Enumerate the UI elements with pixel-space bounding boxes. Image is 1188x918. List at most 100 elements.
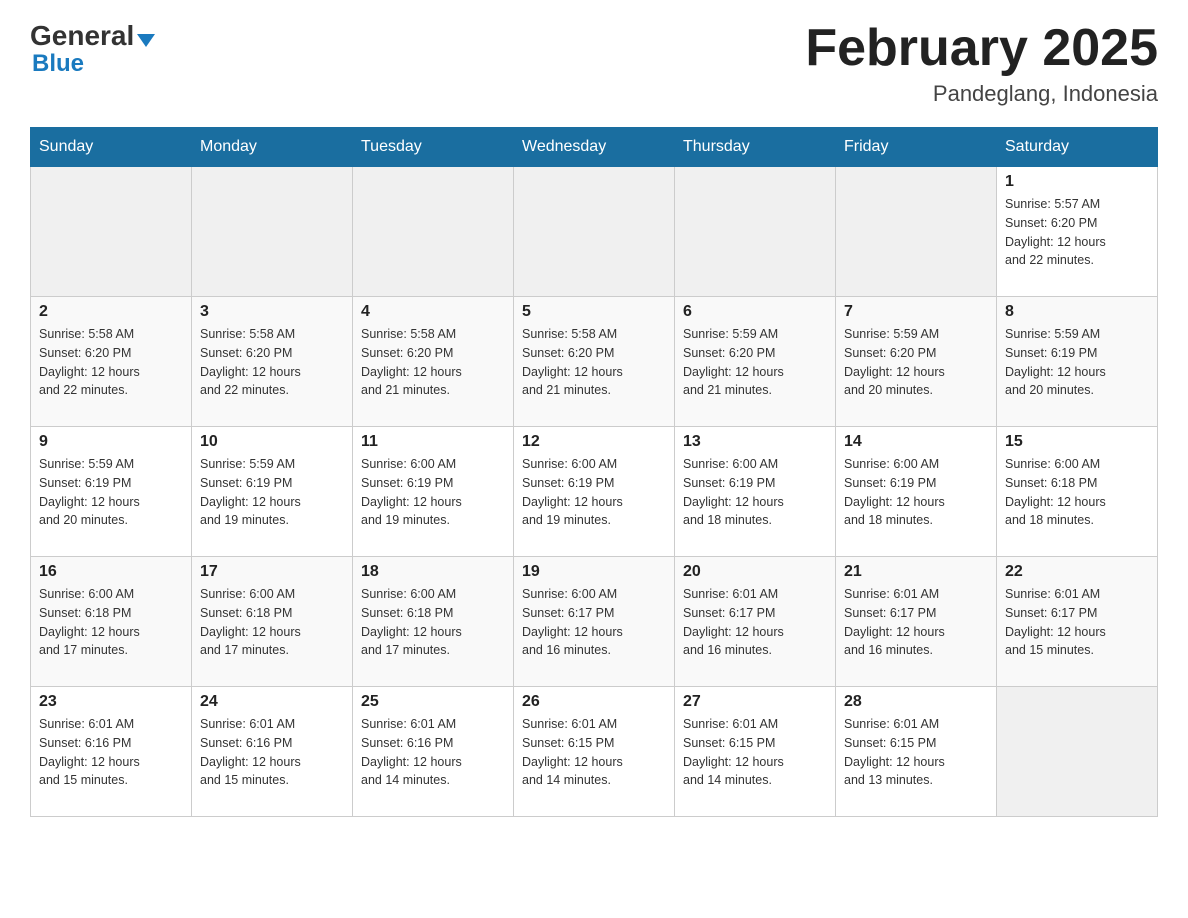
calendar-cell: 9Sunrise: 5:59 AM Sunset: 6:19 PM Daylig… — [31, 427, 192, 557]
calendar-cell: 20 Sunrise: 6:01 AM Sunset: 6:17 PM Dayli… — [675, 557, 836, 687]
calendar-cell — [31, 167, 192, 297]
title-section: February 2025 Pandeglang, Indonesia — [805, 20, 1158, 107]
day-number: 19 — [522, 563, 666, 581]
calendar-cell: 2Sunrise: 5:58 AM Sunset: 6:20 PM Daylig… — [31, 297, 192, 427]
day-number: 10 — [200, 433, 344, 451]
calendar-cell: 19 Sunrise: 6:00 AM Sunset: 6:17 PM Dayli… — [514, 557, 675, 687]
day-info: Sunrise: 6:01 AM Sunset: 6:15 PM Dayligh… — [844, 715, 988, 790]
day-info: Sunrise: 6:01 AM Sunset: 6:15 PM Dayligh… — [683, 715, 827, 790]
calendar-cell — [675, 167, 836, 297]
day-number: 8 — [1005, 303, 1149, 321]
day-info: Sunrise: 6:01 AM Sunset: 6:17 PM Dayligh… — [844, 585, 988, 660]
day-info: Sunrise: 5:58 AM Sunset: 6:20 PM Dayligh… — [39, 325, 183, 400]
week-row-4: 16 Sunrise: 6:00 AM Sunset: 6:18 PM Dayli… — [31, 557, 1158, 687]
calendar-cell: 1 Sunrise: 5:57 AM Sunset: 6:20 PM Daylig… — [997, 167, 1158, 297]
day-number: 1 — [1005, 173, 1149, 191]
day-number: 3 — [200, 303, 344, 321]
calendar-cell: 13 Sunrise: 6:00 AM Sunset: 6:19 PM Dayli… — [675, 427, 836, 557]
week-row-3: 9 Sunrise: 5:59 AM Sunset: 6:19 PM Daylig… — [31, 427, 1158, 557]
calendar-cell — [997, 687, 1158, 817]
day-number: 24 — [200, 693, 344, 711]
calendar-cell: 22Sunrise: 6:01 AM Sunset: 6:17 PM Dayli… — [997, 557, 1158, 687]
day-info: Sunrise: 6:00 AM Sunset: 6:19 PM Dayligh… — [844, 455, 988, 530]
day-info: Sunrise: 6:00 AM Sunset: 6:17 PM Dayligh… — [522, 585, 666, 660]
calendar-cell: 14 Sunrise: 6:00 AM Sunset: 6:19 PM Dayli… — [836, 427, 997, 557]
day-info: Sunrise: 5:58 AM Sunset: 6:20 PM Dayligh… — [522, 325, 666, 400]
day-info: Sunrise: 5:57 AM Sunset: 6:20 PM Dayligh… — [1005, 195, 1149, 270]
calendar-body: 1 Sunrise: 5:57 AM Sunset: 6:20 PM Daylig… — [31, 167, 1158, 817]
day-number: 18 — [361, 563, 505, 581]
weekday-header-saturday: Saturday — [997, 128, 1158, 167]
calendar-cell: 17 Sunrise: 6:00 AM Sunset: 6:18 PM Dayli… — [192, 557, 353, 687]
weekday-header-wednesday: Wednesday — [514, 128, 675, 167]
day-number: 6 — [683, 303, 827, 321]
calendar-cell: 16 Sunrise: 6:00 AM Sunset: 6:18 PM Dayli… — [31, 557, 192, 687]
day-number: 4 — [361, 303, 505, 321]
day-info: Sunrise: 5:59 AM Sunset: 6:20 PM Dayligh… — [844, 325, 988, 400]
calendar-cell: 3 Sunrise: 5:58 AM Sunset: 6:20 PM Daylig… — [192, 297, 353, 427]
calendar-cell: 5 Sunrise: 5:58 AM Sunset: 6:20 PM Daylig… — [514, 297, 675, 427]
day-number: 23 — [39, 693, 183, 711]
week-row-5: 23 Sunrise: 6:01 AM Sunset: 6:16 PM Dayli… — [31, 687, 1158, 817]
day-number: 21 — [844, 563, 988, 581]
calendar-cell: 18 Sunrise: 6:00 AM Sunset: 6:18 PM Dayli… — [353, 557, 514, 687]
day-info: Sunrise: 6:00 AM Sunset: 6:19 PM Dayligh… — [683, 455, 827, 530]
calendar-cell — [836, 167, 997, 297]
day-info: Sunrise: 6:00 AM Sunset: 6:19 PM Dayligh… — [522, 455, 666, 530]
calendar-cell: 12 Sunrise: 6:00 AM Sunset: 6:19 PM Dayli… — [514, 427, 675, 557]
calendar-cell — [192, 167, 353, 297]
calendar-cell: 8 Sunrise: 5:59 AM Sunset: 6:19 PM Daylig… — [997, 297, 1158, 427]
day-number: 26 — [522, 693, 666, 711]
day-info: Sunrise: 5:59 AM Sunset: 6:20 PM Dayligh… — [683, 325, 827, 400]
day-info: Sunrise: 6:01 AM Sunset: 6:17 PM Dayligh… — [683, 585, 827, 660]
day-number: 13 — [683, 433, 827, 451]
day-info: Sunrise: 5:59 AM Sunset: 6:19 PM Dayligh… — [1005, 325, 1149, 400]
day-number: 22 — [1005, 563, 1149, 581]
calendar-cell: 11Sunrise: 6:00 AM Sunset: 6:19 PM Dayli… — [353, 427, 514, 557]
calendar-table: SundayMondayTuesdayWednesdayThursdayFrid… — [30, 127, 1158, 817]
calendar-cell: 4Sunrise: 5:58 AM Sunset: 6:20 PM Daylig… — [353, 297, 514, 427]
calendar-cell: 21 Sunrise: 6:01 AM Sunset: 6:17 PM Dayli… — [836, 557, 997, 687]
weekday-header-sunday: Sunday — [31, 128, 192, 167]
logo-blue-text: Blue — [32, 50, 84, 78]
day-info: Sunrise: 6:01 AM Sunset: 6:15 PM Dayligh… — [522, 715, 666, 790]
logo-triangle-icon — [137, 34, 155, 47]
calendar-cell: 7 Sunrise: 5:59 AM Sunset: 6:20 PM Daylig… — [836, 297, 997, 427]
day-number: 15 — [1005, 433, 1149, 451]
day-info: Sunrise: 6:00 AM Sunset: 6:18 PM Dayligh… — [39, 585, 183, 660]
day-number: 25 — [361, 693, 505, 711]
weekday-header-row: SundayMondayTuesdayWednesdayThursdayFrid… — [31, 128, 1158, 167]
day-number: 20 — [683, 563, 827, 581]
day-info: Sunrise: 6:01 AM Sunset: 6:16 PM Dayligh… — [39, 715, 183, 790]
day-number: 16 — [39, 563, 183, 581]
day-info: Sunrise: 6:00 AM Sunset: 6:18 PM Dayligh… — [200, 585, 344, 660]
calendar-cell: 15 Sunrise: 6:00 AM Sunset: 6:18 PM Dayli… — [997, 427, 1158, 557]
day-number: 9 — [39, 433, 183, 451]
day-number: 27 — [683, 693, 827, 711]
day-info: Sunrise: 5:58 AM Sunset: 6:20 PM Dayligh… — [200, 325, 344, 400]
day-number: 5 — [522, 303, 666, 321]
weekday-header-monday: Monday — [192, 128, 353, 167]
logo: General Blue — [30, 20, 155, 78]
calendar-cell: 25 Sunrise: 6:01 AM Sunset: 6:16 PM Dayli… — [353, 687, 514, 817]
calendar-cell: 26 Sunrise: 6:01 AM Sunset: 6:15 PM Dayli… — [514, 687, 675, 817]
day-number: 17 — [200, 563, 344, 581]
weekday-header-thursday: Thursday — [675, 128, 836, 167]
day-number: 7 — [844, 303, 988, 321]
day-number: 12 — [522, 433, 666, 451]
calendar-cell: 10 Sunrise: 5:59 AM Sunset: 6:19 PM Dayli… — [192, 427, 353, 557]
day-info: Sunrise: 5:59 AM Sunset: 6:19 PM Dayligh… — [200, 455, 344, 530]
day-info: Sunrise: 6:01 AM Sunset: 6:16 PM Dayligh… — [361, 715, 505, 790]
calendar-cell — [353, 167, 514, 297]
calendar-cell: 6 Sunrise: 5:59 AM Sunset: 6:20 PM Daylig… — [675, 297, 836, 427]
logo-general-text: General — [30, 20, 134, 52]
day-info: Sunrise: 6:00 AM Sunset: 6:19 PM Dayligh… — [361, 455, 505, 530]
week-row-2: 2Sunrise: 5:58 AM Sunset: 6:20 PM Daylig… — [31, 297, 1158, 427]
day-info: Sunrise: 6:00 AM Sunset: 6:18 PM Dayligh… — [361, 585, 505, 660]
calendar-cell: 23 Sunrise: 6:01 AM Sunset: 6:16 PM Dayli… — [31, 687, 192, 817]
calendar-cell: 28 Sunrise: 6:01 AM Sunset: 6:15 PM Dayli… — [836, 687, 997, 817]
day-info: Sunrise: 6:00 AM Sunset: 6:18 PM Dayligh… — [1005, 455, 1149, 530]
day-number: 28 — [844, 693, 988, 711]
month-title: February 2025 — [805, 20, 1158, 77]
day-number: 14 — [844, 433, 988, 451]
